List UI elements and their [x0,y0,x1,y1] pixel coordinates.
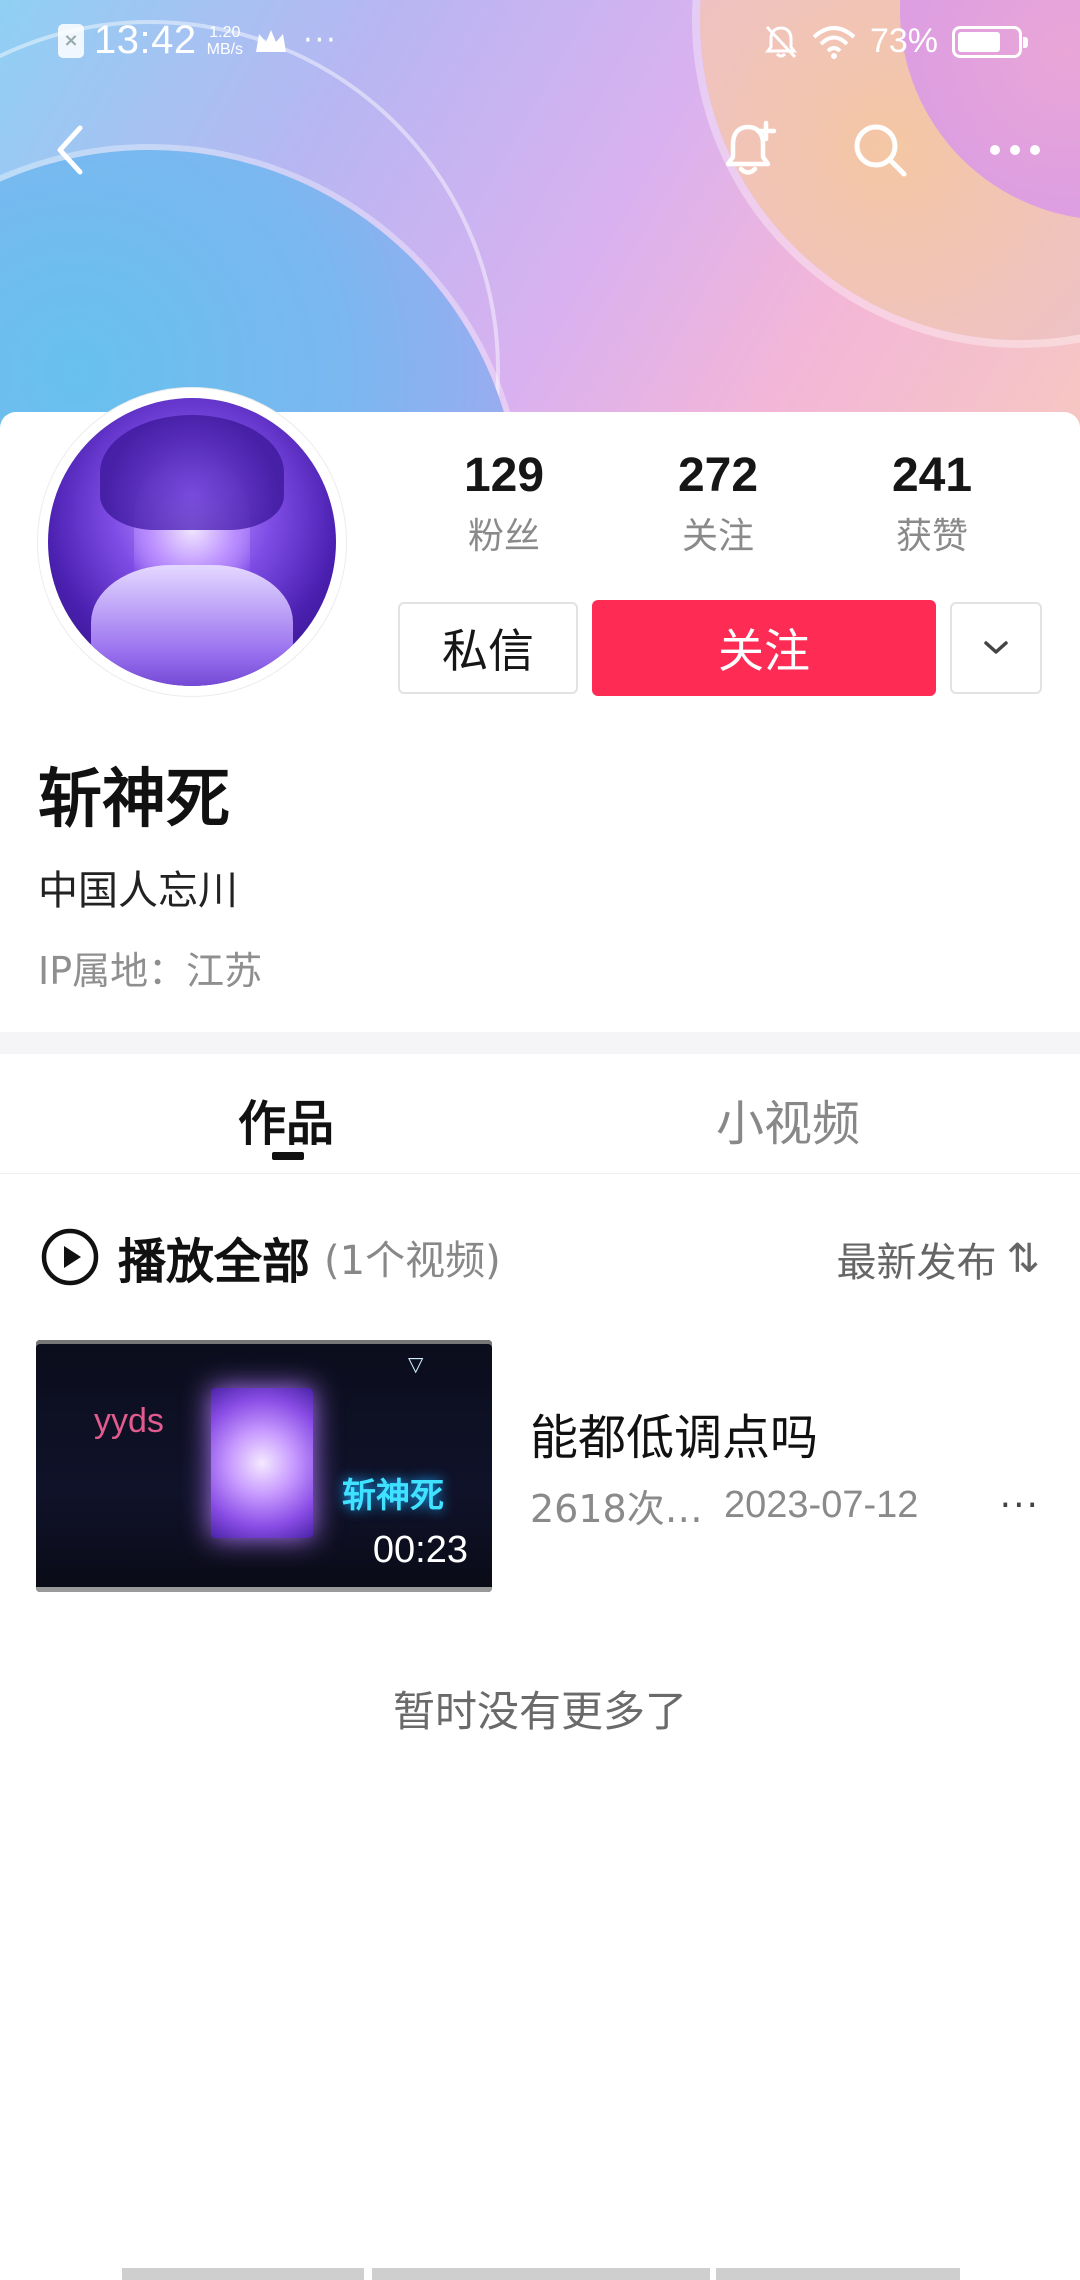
battery-fill [958,31,1001,52]
stat-likes[interactable]: 241 获赞 [852,448,1012,559]
thumb-progress [36,1587,492,1592]
stat-following[interactable]: 272 关注 [638,448,798,559]
search-icon [854,124,907,177]
sort-button[interactable]: 最新发布 ⇅ [836,1230,1040,1288]
tab-indicator [272,1152,304,1160]
play-all-label: 播放全部 [118,1234,311,1290]
no-sim-icon: × [58,23,84,58]
triangle-icon: ▽ [408,1352,424,1376]
thumb-glow-panel [211,1388,313,1538]
avatar[interactable] [38,388,346,696]
sort-icon: ⇅ [1006,1236,1040,1282]
wifi-icon [812,25,856,59]
back-icon [57,125,83,175]
bell-plus-icon [725,120,777,175]
stat-fans[interactable]: 129 粉丝 [424,448,584,559]
search-button[interactable] [840,110,920,190]
clock: 13:42 [94,18,197,62]
video-title[interactable]: 能都低调点吗 [530,1398,818,1468]
nickname: 斩神死 [38,763,230,837]
video-date: 2023-07-12 [724,1484,919,1526]
stat-value: 241 [891,449,973,502]
stat-label: 粉丝 [467,516,540,557]
network-speed: 1.20 MB/s [206,23,244,58]
stat-value: 272 [677,449,759,502]
bottom-bar-segment [372,2268,710,2280]
recommend-dropdown-button[interactable] [950,602,1042,694]
section-separator [0,1032,1080,1054]
video-count: (1个视频) [324,1238,501,1284]
message-button[interactable]: 私信 [398,602,578,694]
battery-percent: 73% [869,22,938,60]
sort-label: 最新发布 [836,1240,997,1286]
video-meta: 2618次… 2023-07-12 ··· [530,1478,1040,1533]
avatar-image [48,398,336,686]
follow-button[interactable]: 关注 [592,600,936,696]
battery-icon [952,25,1028,58]
stat-value: 129 [463,449,545,502]
no-more-text: 暂时没有更多了 [392,1687,687,1736]
bottom-bar-segment [716,2268,960,2280]
status-overflow-icon: ··· [303,23,338,58]
ip-location: IP属地：江苏 [38,949,263,993]
stat-label: 获赞 [895,516,968,557]
thumb-text: 斩神死 [342,1476,444,1516]
mute-bell-icon [764,25,797,58]
more-icon [990,145,1040,155]
play-circle-icon [41,1228,99,1286]
video-duration: 00:23 [372,1529,468,1571]
crown-icon [256,29,287,52]
tab-works[interactable]: 作品 [238,1084,334,1154]
more-button[interactable] [975,110,1055,190]
tab-short-videos[interactable]: 小视频 [716,1084,860,1154]
status-bar: × 13:42 1.20 MB/s ··· 73% [0,0,1080,84]
chevron-down-icon [984,641,1008,654]
thumb-text: yyds [94,1402,164,1440]
content-tabs: 作品 小视频 [0,1054,1080,1174]
video-plays: 2618次… [530,1487,703,1531]
bottom-bar-segment [122,2268,364,2280]
video-more-button[interactable]: ··· [1000,1485,1040,1526]
stat-label: 关注 [681,516,754,557]
back-button[interactable] [30,110,110,190]
video-thumbnail[interactable]: yyds 斩神死 ▽ 00:23 [36,1340,492,1592]
bio: 中国人忘川 [38,868,238,914]
notify-button[interactable] [710,110,790,190]
play-all-button[interactable]: 播放全部 (1个视频) [40,1222,501,1292]
